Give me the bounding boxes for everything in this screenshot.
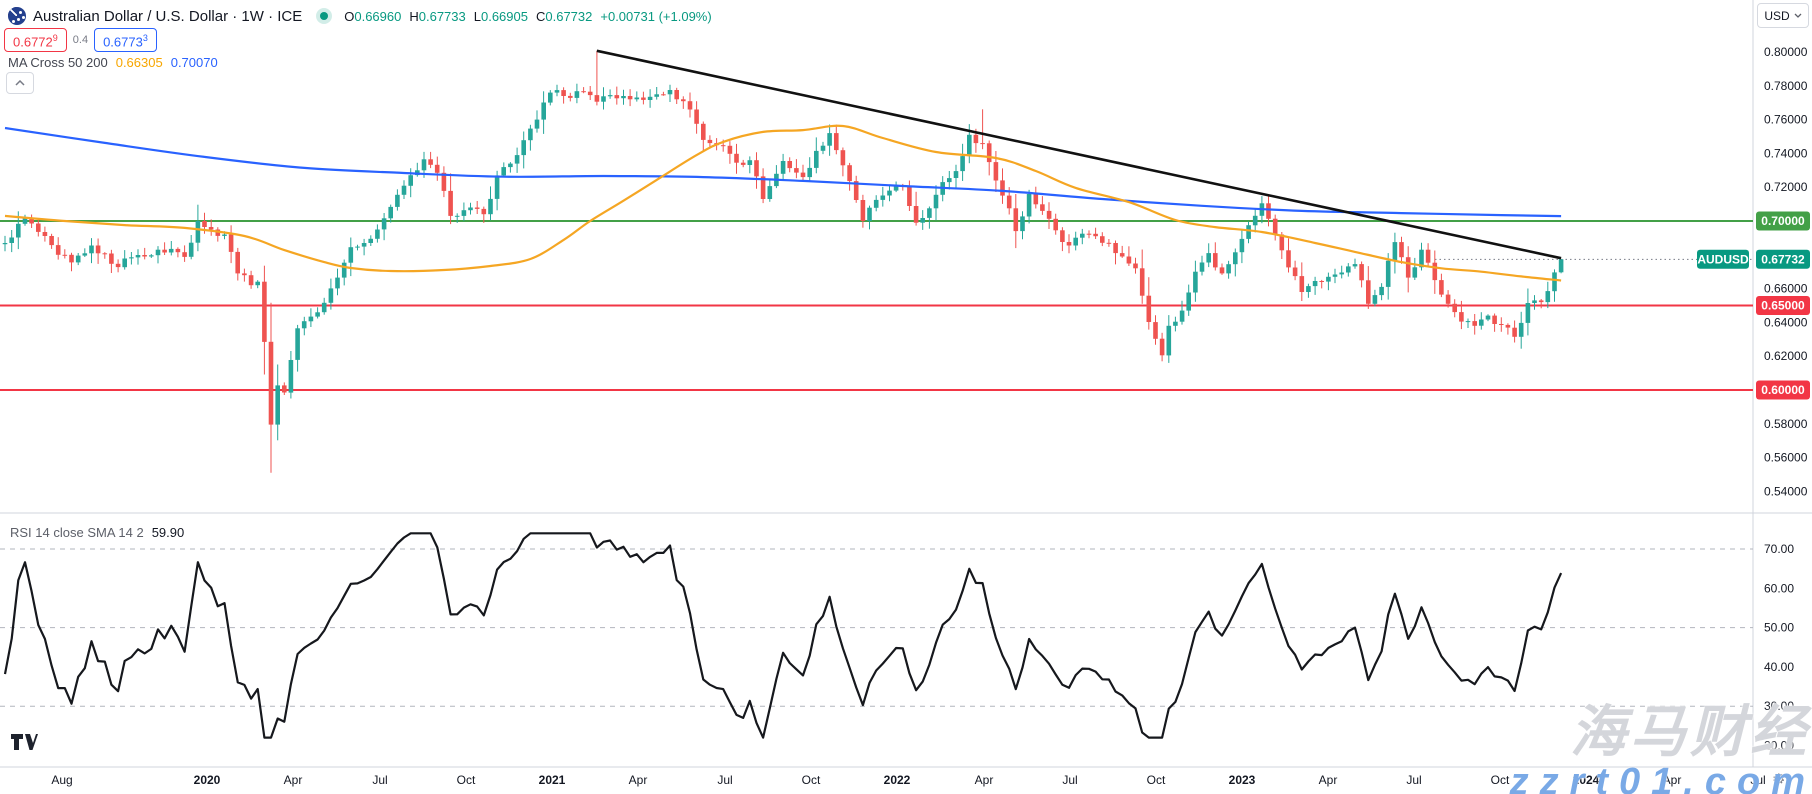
time-axis-tick: Jul (717, 773, 732, 787)
price-badge: 0.65000 (1756, 296, 1810, 315)
time-axis-tick: Aug (51, 773, 72, 787)
open-value: 0.66960 (354, 9, 401, 24)
close-value: 0.67732 (545, 9, 592, 24)
svg-text:0.70000: 0.70000 (1761, 214, 1805, 228)
symbol-title: Australian Dollar / U.S. Dollar · 1W · I… (33, 8, 302, 25)
svg-text:0.65000: 0.65000 (1761, 299, 1805, 313)
time-axis-tick: Jul (1750, 773, 1765, 787)
indicator-label: MA Cross 50 200 (8, 55, 108, 70)
low-value: 0.66905 (481, 9, 528, 24)
rsi-axis-tick: 20.00 (1764, 739, 1794, 753)
price-chart-canvas[interactable]: 0.80000 0.78000 0.76000 0.74000 0.72000 0.700… (0, 0, 1812, 794)
time-axis-tick: 2024 (1573, 773, 1600, 787)
price-badge: 0.67732 (1756, 250, 1810, 269)
time-axis-tick: Oct (802, 773, 821, 787)
price-badge: 0.70000 (1756, 212, 1810, 231)
price-axis-tick: 0.58000 (1764, 417, 1808, 431)
market-status-icon (320, 12, 328, 20)
ohlc-values: O0.66960 H0.67733 L0.66905 C0.67732 +0.00731… (344, 9, 711, 24)
price-axis-tick: 0.76000 (1764, 113, 1808, 127)
svg-text:AUDUSD: AUDUSD (1697, 252, 1749, 266)
high-label: H (409, 9, 418, 24)
tradingview-logo[interactable] (10, 733, 40, 756)
time-axis-tick: Apr (284, 773, 303, 787)
ask-fraction: 3 (143, 33, 148, 43)
time-axis-tick: Apr (1319, 773, 1338, 787)
price-axis-tick: 0.80000 (1764, 45, 1808, 59)
price-axis-tick: 0.62000 (1764, 349, 1808, 363)
time-axis-tick: 2023 (1229, 773, 1256, 787)
low-label: L (474, 9, 481, 24)
time-axis-tick: 2020 (194, 773, 221, 787)
buy-button[interactable]: 0.67733 (94, 28, 157, 52)
rsi-line (5, 533, 1561, 737)
chevron-down-icon (1794, 13, 1802, 18)
price-axis-tick: 0.72000 (1764, 180, 1808, 194)
time-axis-tick: 2022 (884, 773, 911, 787)
price-axis-tick: 0.78000 (1764, 79, 1808, 93)
open-label: O (344, 9, 354, 24)
bid-ask-row: 0.67729 0.4 0.67733 (4, 28, 157, 52)
rsi-axis-tick: 50.00 (1764, 621, 1794, 635)
time-axis-tick: Oct (1147, 773, 1166, 787)
currency-unit-dropdown[interactable]: USD (1757, 3, 1809, 28)
axis-settings-gear-icon[interactable]: ⚙ (1772, 770, 1785, 788)
price-badge: AUDUSD (1697, 250, 1749, 269)
high-value: 0.67733 (419, 9, 466, 24)
symbol-header: Australian Dollar / U.S. Dollar · 1W · I… (8, 5, 712, 27)
time-axis-tick: Jul (372, 773, 387, 787)
price-axis-tick: 0.66000 (1764, 282, 1808, 296)
svg-text:0.67732: 0.67732 (1761, 252, 1805, 266)
time-axis-tick: Oct (457, 773, 476, 787)
time-axis-tick: Apr (1663, 773, 1682, 787)
ma200-value: 0.70070 (171, 55, 218, 70)
currency-unit-label: USD (1764, 9, 1789, 23)
time-axis-tick: 2021 (539, 773, 566, 787)
time-axis-tick: Jul (1062, 773, 1077, 787)
price-axis-tick: 0.64000 (1764, 315, 1808, 329)
ma50-value: 0.66305 (116, 55, 163, 70)
price-axis-tick: 0.54000 (1764, 484, 1808, 498)
rsi-value: 59.90 (152, 525, 185, 540)
price-axis-tick: 0.74000 (1764, 146, 1808, 160)
svg-text:0.60000: 0.60000 (1761, 383, 1805, 397)
rsi-axis-tick: 40.00 (1764, 660, 1794, 674)
bid-fraction: 9 (53, 33, 58, 43)
rsi-label: RSI 14 close SMA 14 2 (10, 525, 144, 540)
trendline (597, 51, 1561, 258)
time-axis-tick: Jul (1406, 773, 1421, 787)
price-axis-tick: 0.56000 (1764, 451, 1808, 465)
sell-button[interactable]: 0.67729 (4, 28, 67, 52)
australia-flag-icon (8, 7, 26, 25)
close-label: C (536, 9, 545, 24)
time-axis-tick: Apr (975, 773, 994, 787)
spread-value: 0.4 (73, 34, 88, 46)
rsi-axis-tick: 70.00 (1764, 542, 1794, 556)
time-axis-tick: Oct (1491, 773, 1510, 787)
rsi-legend: RSI 14 close SMA 14 2 59.90 (10, 525, 184, 540)
price-badge: 0.60000 (1756, 381, 1810, 400)
rsi-axis-tick: 30.00 (1764, 699, 1794, 713)
chevron-up-icon (15, 80, 25, 86)
collapse-legend-button[interactable] (6, 72, 34, 94)
time-axis-tick: Apr (629, 773, 648, 787)
indicator-legend: MA Cross 50 200 0.66305 0.70070 (8, 55, 218, 70)
chart-window: 0.80000 0.78000 0.76000 0.74000 0.72000 0.700… (0, 0, 1812, 794)
tradingview-logo-icon (10, 733, 40, 751)
rsi-axis-tick: 60.00 (1764, 581, 1794, 595)
change-value: +0.00731 (+1.09%) (600, 9, 711, 24)
